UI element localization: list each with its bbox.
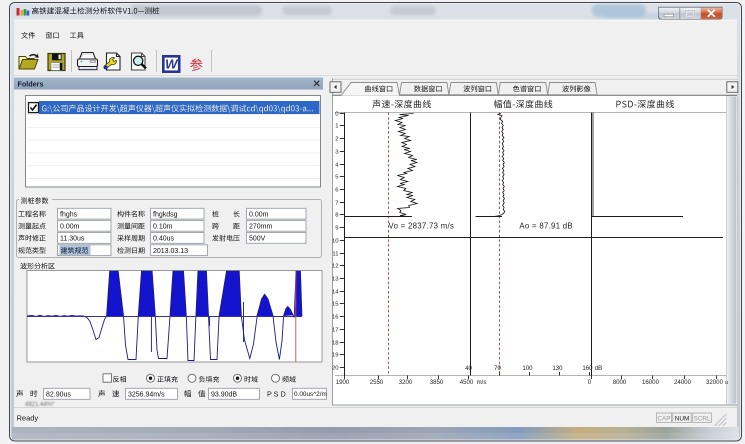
svg-text:1900: 1900	[336, 379, 350, 386]
svg-text:4500: 4500	[460, 379, 474, 386]
svg-text:11.30us: 11.30us	[60, 236, 85, 243]
svg-text:2: 2	[335, 137, 338, 143]
svg-text:82.90us: 82.90us	[46, 391, 71, 398]
svg-text:13: 13	[332, 277, 339, 283]
svg-text:10: 10	[332, 239, 339, 245]
svg-text:0.00m: 0.00m	[249, 212, 269, 219]
svg-text:3256.94m/s: 3256.94m/s	[128, 391, 165, 398]
svg-text:fhghs: fhghs	[60, 212, 78, 219]
svg-text:32000: 32000	[706, 379, 724, 386]
svg-text:W: W	[165, 56, 179, 71]
svg-text:15: 15	[332, 302, 339, 308]
svg-text:Folders: Folders	[18, 80, 44, 89]
svg-text:270mm: 270mm	[249, 224, 273, 231]
svg-text:u: u	[725, 380, 728, 386]
svg-text:16: 16	[332, 315, 339, 321]
svg-text:24000: 24000	[674, 379, 692, 386]
svg-text:Ao = 87.91 dB: Ao = 87.91 dB	[519, 222, 573, 231]
svg-text:500V: 500V	[249, 236, 266, 243]
svg-text:17: 17	[332, 328, 339, 334]
svg-text:8000: 8000	[613, 379, 627, 386]
svg-text:Ready: Ready	[17, 413, 39, 422]
svg-text:m/s: m/s	[477, 379, 487, 386]
svg-text:16000: 16000	[642, 379, 660, 386]
svg-text:9: 9	[335, 226, 338, 232]
svg-text:2013.03.13: 2013.03.13	[153, 248, 188, 255]
svg-text:fhgkdsg: fhgkdsg	[153, 212, 178, 219]
svg-text:P S D: P S D	[267, 389, 286, 398]
svg-text:19: 19	[332, 353, 339, 359]
svg-text:2550: 2550	[370, 379, 384, 386]
svg-text:18: 18	[332, 341, 339, 347]
svg-text:3850: 3850	[430, 379, 444, 386]
svg-text:0.00m: 0.00m	[60, 224, 80, 231]
svg-text:1: 1	[335, 124, 338, 130]
svg-text:3200: 3200	[399, 379, 413, 386]
svg-text:0.40us: 0.40us	[153, 236, 175, 243]
svg-text:CAP: CAP	[657, 415, 670, 422]
svg-text:160: 160	[582, 365, 593, 372]
svg-text:93.90dB: 93.90dB	[211, 391, 237, 398]
svg-text:100: 100	[522, 365, 533, 372]
svg-text:130: 130	[552, 365, 563, 372]
svg-text:dB: dB	[595, 365, 602, 372]
svg-text:14: 14	[332, 290, 339, 296]
svg-text:40: 40	[465, 365, 472, 372]
svg-text:0.10m: 0.10m	[153, 224, 173, 231]
svg-text:0.00us^2/m: 0.00us^2/m	[294, 391, 327, 398]
svg-text:7: 7	[335, 201, 338, 207]
svg-text:11: 11	[332, 252, 338, 258]
svg-text:NUM: NUM	[675, 415, 690, 422]
svg-text:Vo = 2837.73 m/s: Vo = 2837.73 m/s	[389, 222, 455, 231]
svg-text:SCRL: SCRL	[693, 415, 710, 422]
svg-text:20: 20	[332, 366, 339, 372]
svg-text:12: 12	[332, 264, 339, 270]
svg-text:70: 70	[494, 365, 501, 372]
